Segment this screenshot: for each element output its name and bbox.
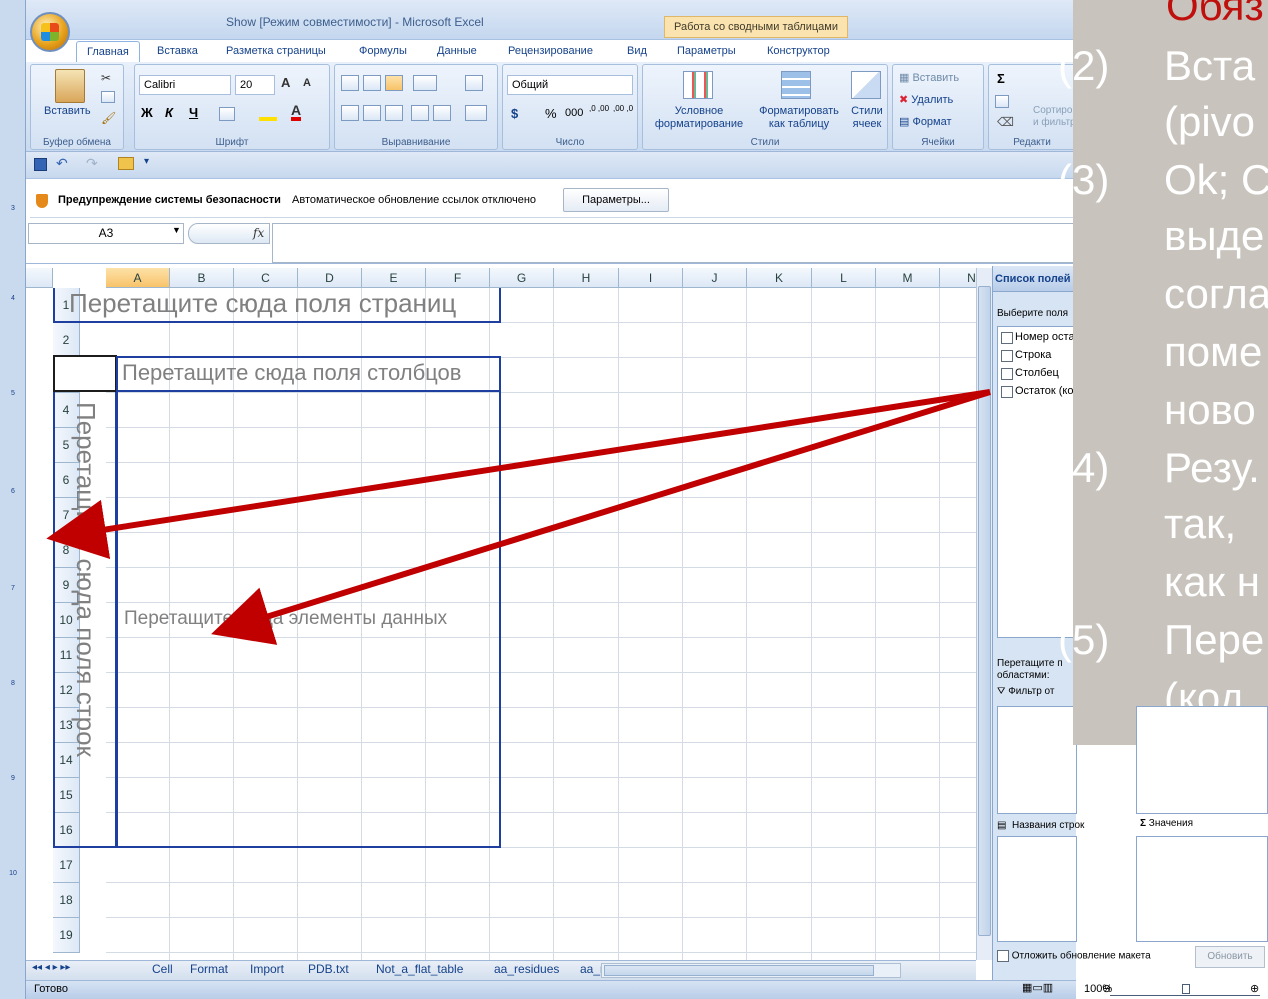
arrow-to-data-zone bbox=[211, 389, 991, 645]
office-logo-icon bbox=[41, 23, 59, 41]
office-button[interactable] bbox=[30, 12, 70, 52]
arrow-to-row-zone bbox=[46, 389, 991, 560]
annotation-arrows bbox=[46, 389, 991, 645]
